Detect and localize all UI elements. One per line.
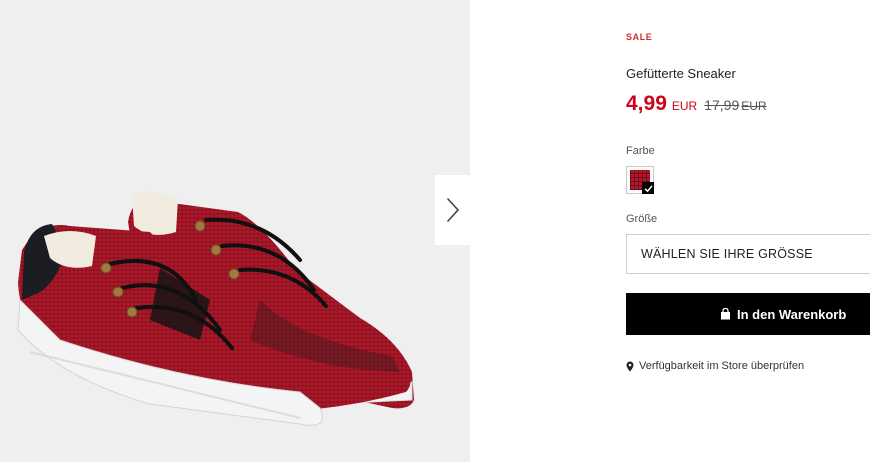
color-swatch-red-plaid[interactable] <box>626 166 654 194</box>
price-row: 4,99 EUR 17,99 EUR <box>626 92 767 116</box>
store-availability-label: Verfügbarkeit im Store überprüfen <box>639 360 805 372</box>
size-select[interactable]: WÄHLEN SIE IHRE GRÖSSE <box>626 234 870 274</box>
price-currency: EUR <box>671 99 698 113</box>
size-select-placeholder: WÄHLEN SIE IHRE GRÖSSE <box>641 247 813 261</box>
color-label: Farbe <box>626 145 655 157</box>
sneaker-photo <box>17 191 414 426</box>
size-label: Größe <box>626 213 658 225</box>
product-name: Gefütterte Sneaker <box>626 66 736 81</box>
price-old-currency: EUR <box>741 99 767 113</box>
checkmark-icon <box>642 182 654 194</box>
add-to-cart-button[interactable]: In den Warenkorb <box>626 293 870 335</box>
shopping-bag-icon <box>720 308 731 320</box>
product-image[interactable] <box>0 0 470 462</box>
gallery-next-button[interactable] <box>435 175 470 245</box>
store-availability-link[interactable]: Verfügbarkeit im Store überprüfen <box>626 360 804 372</box>
sale-badge: SALE <box>626 32 653 42</box>
chevron-right-icon <box>446 198 459 222</box>
add-to-cart-label: In den Warenkorb <box>737 306 847 322</box>
location-pin-icon <box>626 361 634 372</box>
price-old: 17,99 <box>704 97 740 113</box>
price-current: 4,99 <box>626 92 667 115</box>
